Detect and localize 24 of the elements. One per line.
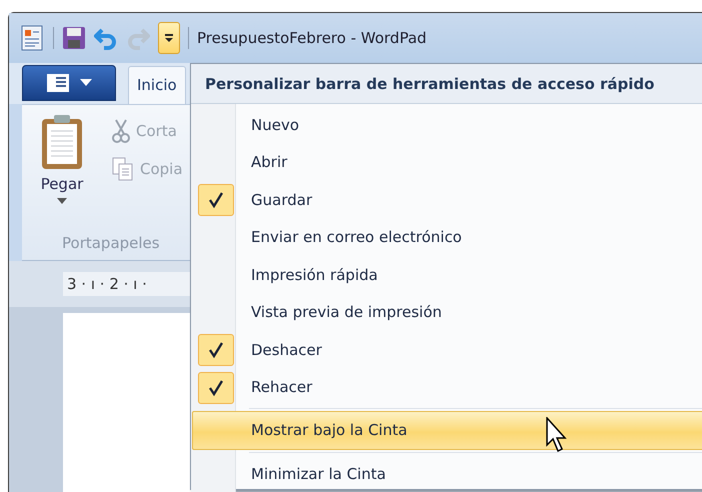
menu-title: Personalizar barra de herramientas de acceso rápido	[191, 64, 702, 104]
menu-item[interactable]: Rehacer	[192, 368, 702, 406]
window-title: PresupuestoFebrero - WordPad	[197, 28, 427, 49]
group-label: Portapapeles	[62, 232, 160, 254]
copy-icon	[112, 157, 134, 181]
customize-toolbar-button[interactable]	[158, 22, 180, 54]
ribbon-tab[interactable]: Inicio	[128, 66, 186, 104]
clipboard-icon	[40, 113, 84, 171]
dropdown-icon	[164, 33, 174, 43]
menu-item[interactable]: Minimizar la Cinta	[192, 455, 702, 492]
menu-item[interactable]: Deshacer	[192, 331, 702, 368]
paste-button[interactable]: Pegar	[40, 113, 84, 204]
application-menu-button[interactable]	[22, 65, 116, 101]
save-icon[interactable]	[62, 26, 86, 50]
scissors-icon	[112, 119, 130, 143]
caret-icon	[80, 79, 92, 87]
menu-item[interactable]: Nuevo	[192, 106, 702, 144]
document-icon[interactable]	[19, 25, 45, 51]
caret-icon	[57, 198, 67, 204]
menu-item[interactable]: Mostrar bajo la Cinta	[192, 411, 702, 450]
menu-item[interactable]: Abrir	[192, 144, 702, 181]
menu-item[interactable]: Enviar en correo electrónico	[192, 218, 702, 256]
menu-item[interactable]: Vista previa de impresión	[192, 294, 702, 331]
menu-item[interactable]: Guardar	[192, 181, 702, 218]
